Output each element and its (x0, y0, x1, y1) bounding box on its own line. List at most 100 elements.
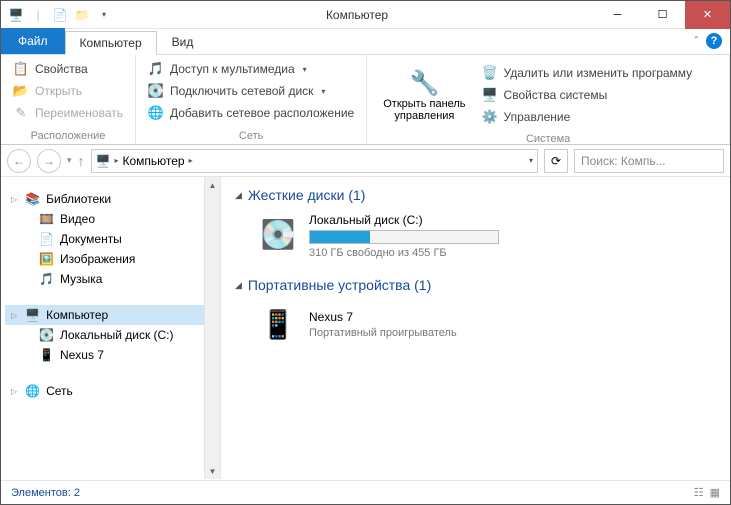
map-drive-icon: 💽 (148, 83, 164, 99)
qat-properties-icon[interactable]: 📄 (51, 6, 69, 24)
nav-nexus[interactable]: 📱 Nexus 7 (5, 345, 216, 365)
collapse-ribbon-icon[interactable]: ˆ (695, 36, 698, 47)
manage-label: Управление (504, 110, 571, 124)
group-label-network: Сеть (144, 128, 358, 142)
section-hdd-label: Жесткие диски (1) (248, 187, 366, 203)
section-portable[interactable]: ◢Портативные устройства (1) (235, 277, 716, 293)
titlebar: 🖥️ | 📄 📁 ▾ Компьютер ─ ☐ ✕ (1, 1, 730, 29)
device-name: Nexus 7 (309, 310, 457, 324)
nav-network[interactable]: 🌐 Сеть (5, 381, 216, 401)
drive-icon: 💽 (257, 213, 299, 255)
media-access-button[interactable]: 🎵Доступ к мультимедиа▾ (144, 59, 358, 79)
computer-icon: 🖥️ (25, 308, 40, 322)
properties-button[interactable]: 📋Свойства (9, 59, 127, 79)
drive-free-text: 310 ГБ свободно из 455 ГБ (309, 247, 529, 259)
refresh-button[interactable]: ⟳ (544, 149, 568, 173)
tab-file[interactable]: Файл (1, 28, 65, 54)
ribbon: 📋Свойства 📂 Открыть ✎Переименовать Распол… (1, 55, 730, 145)
map-drive-button[interactable]: 💽Подключить сетевой диск▾ (144, 81, 358, 101)
section-portable-label: Портативные устройства (1) (248, 277, 431, 293)
nav-music[interactable]: 🎵Музыка (5, 269, 216, 289)
nav-documents[interactable]: 📄Документы (5, 229, 216, 249)
open-icon: 📂 (13, 83, 29, 99)
group-label-location: Расположение (9, 128, 127, 142)
group-label-system: Система (375, 131, 721, 145)
section-hdd[interactable]: ◢ Жесткие диски (1) (235, 187, 716, 203)
add-location-button[interactable]: 🌐Добавить сетевое расположение (144, 103, 358, 123)
nav-computer[interactable]: 🖥️Компьютер (5, 305, 216, 325)
qat-newfolder-icon[interactable]: 📁 (73, 6, 91, 24)
help-icon[interactable]: ? (706, 33, 722, 49)
up-button[interactable]: ↑ (78, 153, 85, 169)
nav-libraries-label: Библиотеки (46, 192, 111, 206)
device-item[interactable]: 📱 Nexus 7 Портативный проигрыватель (235, 301, 716, 355)
add-location-label: Добавить сетевое расположение (170, 106, 354, 120)
crumb-sep-icon[interactable]: ▸ (189, 156, 193, 165)
window-buttons: ─ ☐ ✕ (595, 1, 730, 29)
open-button[interactable]: 📂 Открыть (9, 81, 127, 101)
manage-button[interactable]: ⚙️ Управление (478, 107, 697, 127)
back-button[interactable]: ← (7, 149, 31, 173)
maximize-button[interactable]: ☐ (640, 1, 685, 29)
scroll-up-icon[interactable]: ▲ (205, 177, 220, 193)
app-icon: 🖥️ (7, 6, 25, 24)
drive-usage-bar (309, 230, 499, 244)
nav-pictures[interactable]: 🖼️ Изображения (5, 249, 216, 269)
content-pane: ◢ Жесткие диски (1) 💽 Локальный диск (C:)… (221, 177, 730, 479)
window-title: Компьютер (119, 8, 595, 22)
music-icon: 🎵 (39, 272, 54, 286)
search-input[interactable]: Поиск: Компь... (574, 149, 724, 173)
address-bar-row: ← → ▾ ↑ 🖥️ ▸ Компьютер ▸ ▾ ⟳ Поиск: Комп… (1, 145, 730, 177)
view-details-icon[interactable]: ☷ (694, 486, 704, 499)
crumb-sep-icon[interactable]: ▸ (114, 156, 118, 165)
system-props-label: Свойства системы (504, 88, 608, 102)
recent-dropdown-icon[interactable]: ▾ (67, 155, 72, 166)
tab-computer[interactable]: Компьютер (65, 31, 157, 55)
navigation-pane: 📚 Библиотеки 🎞️ Видео 📄Документы 🖼️ Изображ… (1, 177, 221, 479)
open-label: Открыть (35, 84, 82, 98)
nav-video[interactable]: 🎞️ Видео (5, 209, 216, 229)
video-icon: 🎞️ (39, 212, 54, 226)
pictures-icon: 🖼️ (39, 252, 54, 266)
manage-icon: ⚙️ (482, 109, 498, 125)
map-drive-label: Подключить сетевой диск (170, 84, 313, 98)
close-button[interactable]: ✕ (685, 1, 730, 29)
nav-nexus-label: Nexus 7 (60, 348, 104, 362)
view-icons-icon[interactable]: ▦ (710, 486, 720, 499)
nav-scrollbar[interactable]: ▲ ▼ (204, 177, 220, 479)
open-control-panel-button[interactable]: 🔧 Открыть панель управления (375, 59, 473, 131)
rename-button[interactable]: ✎Переименовать (9, 103, 127, 123)
nav-pictures-label: Изображения (60, 252, 135, 266)
nav-network-label: Сеть (46, 384, 73, 398)
computer-icon: 🖥️ (96, 154, 111, 168)
nav-libraries[interactable]: 📚 Библиотеки (5, 189, 216, 209)
drive-name: Локальный диск (C:) (309, 213, 529, 227)
collapse-icon: ◢ (235, 190, 242, 201)
ribbon-group-system: 🔧 Открыть панель управления 🗑️Удалить ил… (367, 55, 730, 144)
drive-item[interactable]: 💽 Локальный диск (C:) 310 ГБ свободно из… (235, 211, 716, 269)
uninstall-icon: 🗑️ (482, 65, 498, 81)
device-icon: 📱 (39, 348, 54, 362)
status-item-count: Элементов: 2 (11, 487, 80, 499)
forward-button[interactable]: → (37, 149, 61, 173)
tab-view[interactable]: Вид (157, 30, 209, 54)
nav-localdisk[interactable]: 💽Локальный диск (C:) (5, 325, 216, 345)
address-bar[interactable]: 🖥️ ▸ Компьютер ▸ ▾ (91, 149, 538, 173)
status-bar: Элементов: 2 ☷ ▦ (1, 480, 730, 504)
system-props-button[interactable]: 🖥️ Свойства системы (478, 85, 697, 105)
uninstall-button[interactable]: 🗑️Удалить или изменить программу (478, 63, 697, 83)
libraries-icon: 📚 (25, 192, 40, 206)
explorer-body: 📚 Библиотеки 🎞️ Видео 📄Документы 🖼️ Изображ… (1, 177, 730, 479)
system-props-icon: 🖥️ (482, 87, 498, 103)
portable-device-icon: 📱 (257, 303, 299, 345)
address-dropdown-icon[interactable]: ▾ (529, 156, 533, 165)
scroll-down-icon[interactable]: ▼ (205, 463, 220, 479)
cp-label-1: Открыть панель (383, 98, 465, 110)
chevron-down-icon: ▾ (303, 65, 307, 74)
qat-dropdown-icon[interactable]: ▾ (95, 6, 113, 24)
ribbon-group-location: 📋Свойства 📂 Открыть ✎Переименовать Распол… (1, 55, 136, 144)
minimize-button[interactable]: ─ (595, 1, 640, 29)
breadcrumb-computer[interactable]: Компьютер (123, 154, 185, 168)
network-icon: 🌐 (25, 384, 40, 398)
nav-video-label: Видео (60, 212, 95, 226)
